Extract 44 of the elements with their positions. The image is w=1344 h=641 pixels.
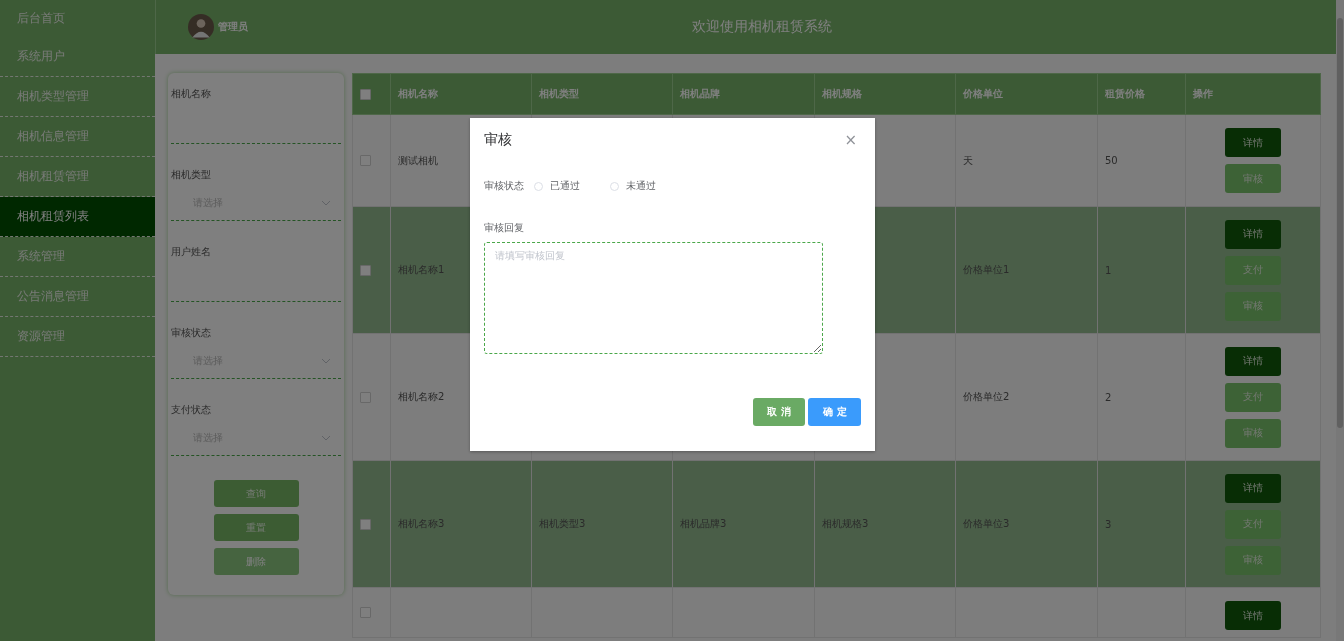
- dialog-button[interactable]: 取消: [753, 398, 805, 426]
- close-button[interactable]: ×: [840, 131, 861, 149]
- column-header: 相机品牌: [672, 73, 815, 115]
- dialog-button[interactable]: 确定: [808, 398, 861, 426]
- field-label: 审核状态: [484, 179, 524, 193]
- table-cell: 50: [1105, 155, 1118, 166]
- field-label: 用户姓名: [171, 245, 212, 259]
- select-all-checkbox[interactable]: [360, 88, 371, 100]
- page-title: 欢迎使用相机租赁系统: [691, 18, 833, 36]
- avatar: [188, 14, 214, 40]
- chevron-icon[interactable]: [321, 200, 331, 206]
- scrollbar[interactable]: [1336, 0, 1344, 641]
- column-header: 相机规格: [814, 73, 956, 115]
- radio-button[interactable]: [534, 181, 543, 191]
- table-cell: 测试相机: [398, 154, 438, 166]
- row-checkbox[interactable]: [360, 518, 371, 530]
- radio-button[interactable]: [610, 181, 619, 191]
- table-cell: 价格单位2: [963, 391, 1010, 402]
- dialog-title: 审核: [484, 131, 512, 149]
- column-header: 价格单位: [955, 73, 1098, 115]
- chevron-icon[interactable]: [321, 358, 331, 364]
- radio-label[interactable]: 未通过: [626, 179, 656, 193]
- field-label: 支付状态: [171, 403, 212, 417]
- nav-item[interactable]: 相机租赁列表: [0, 197, 155, 237]
- action-button[interactable]: 详情: [1225, 473, 1281, 503]
- field-label: 审核状态: [171, 326, 212, 340]
- column-header: 租赁价格: [1097, 73, 1186, 115]
- table-cell: 2: [1105, 391, 1112, 403]
- user-name: 管理员: [218, 20, 248, 34]
- field-label: 相机类型: [171, 168, 212, 182]
- field-label: 审核回复: [484, 221, 525, 235]
- action-button[interactable]: 详情: [1225, 346, 1281, 376]
- field-label: 相机名称: [171, 87, 212, 101]
- action-button[interactable]: 详情: [1225, 601, 1281, 630]
- chevron-icon[interactable]: [321, 435, 331, 441]
- action-button[interactable]: 详情: [1225, 219, 1281, 249]
- row-checkbox[interactable]: [360, 264, 371, 276]
- radio-label[interactable]: 已通过: [550, 179, 580, 193]
- table-cell: 天: [963, 154, 973, 166]
- table-cell: 相机名称2: [398, 391, 445, 402]
- column-header: 相机名称: [390, 73, 532, 115]
- action-button[interactable]: 详情: [1225, 128, 1281, 157]
- column-header: 操作: [1185, 73, 1321, 115]
- column-header: 相机类型: [531, 73, 673, 115]
